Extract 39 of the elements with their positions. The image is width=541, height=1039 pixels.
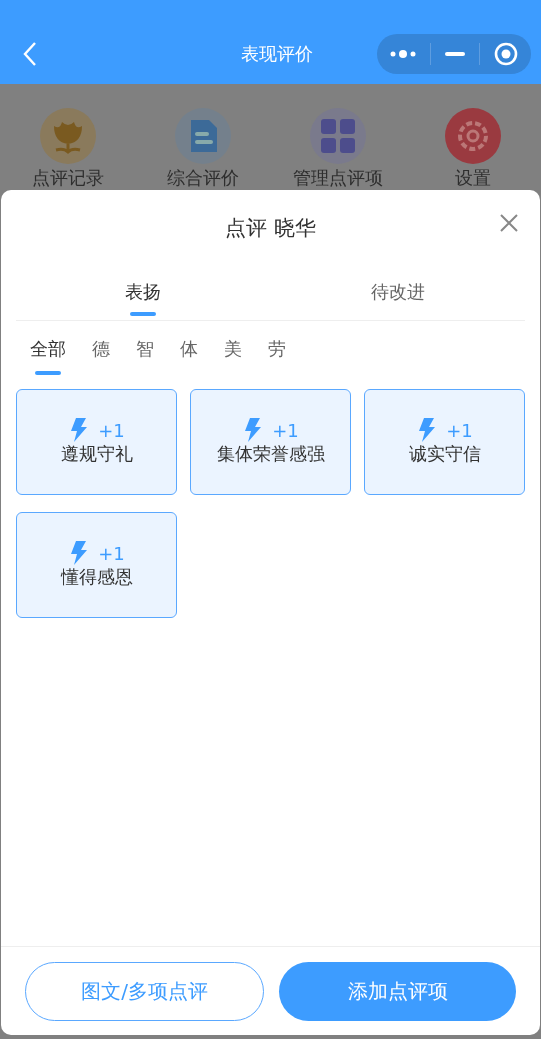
sheet-title: 点评 晓华 (225, 215, 316, 242)
review-item-card[interactable]: +1 集体荣誉感强 (190, 389, 351, 495)
document-icon[interactable] (174, 108, 231, 164)
lightning-icon (242, 418, 263, 442)
category-tab[interactable]: 美 (211, 337, 255, 377)
more-icon[interactable] (390, 49, 416, 59)
category-tab[interactable]: 智 (123, 337, 167, 377)
points-text: +1 (98, 419, 125, 441)
tab[interactable]: 待改进 (270, 276, 525, 320)
menu-label: 设置 (455, 166, 492, 190)
category-tab[interactable]: 劳 (255, 337, 299, 377)
menu-label: 管理点评项 (293, 166, 384, 190)
page-title: 表现评价 (240, 42, 313, 66)
points-text: +1 (272, 419, 299, 441)
menu-label: 点评记录 (31, 166, 104, 190)
points-text: +1 (98, 542, 125, 564)
review-item-card[interactable]: +1 遵规守礼 (16, 389, 177, 495)
review-item-card[interactable]: +1 诚实守信 (364, 389, 525, 495)
grid-icon[interactable] (310, 108, 367, 164)
item-label: 诚实守信 (408, 442, 481, 466)
item-label: 懂得感恩 (60, 565, 133, 589)
category-tab[interactable]: 德 (79, 337, 123, 377)
item-label: 遵规守礼 (60, 442, 133, 466)
category-tab[interactable]: 全部 (17, 337, 79, 377)
menu-label: 综合评价 (166, 166, 239, 190)
tulip-icon[interactable] (39, 108, 96, 164)
lightning-icon (68, 541, 89, 565)
points-text: +1 (446, 419, 473, 441)
settings-icon[interactable] (445, 108, 502, 164)
lightning-icon (68, 418, 89, 442)
category-tab[interactable]: 体 (167, 337, 211, 377)
item-label: 集体荣誉感强 (216, 442, 325, 466)
minimize-icon[interactable] (445, 52, 465, 56)
close-icon[interactable] (500, 214, 518, 232)
back-icon[interactable] (22, 41, 38, 67)
review-item-card[interactable]: +1 懂得感恩 (16, 512, 177, 618)
tab[interactable]: 表扬 (16, 276, 271, 320)
close-mini-program-icon[interactable] (494, 42, 518, 66)
lightning-icon (416, 418, 437, 442)
